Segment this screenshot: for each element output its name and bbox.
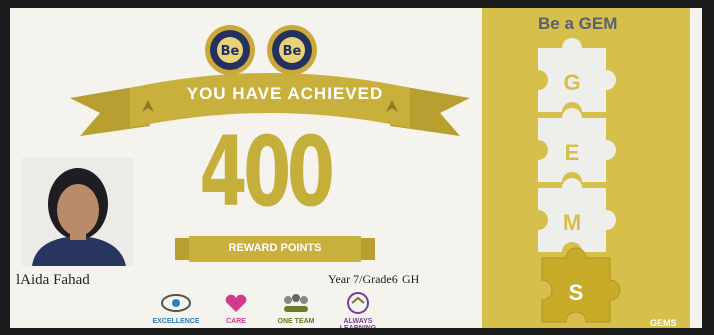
gems-side-panel: G E M S	[482, 8, 690, 328]
value-excellence: EXCELLENCE	[146, 290, 206, 325]
puzzle-piece-m: M	[538, 178, 616, 252]
puzzle-letter-m: M	[563, 210, 581, 235]
value-label: EXCELLENCE	[152, 318, 200, 325]
puzzle-letter-e: E	[565, 140, 580, 165]
puzzle-piece-s: S	[541, 247, 621, 323]
certificate-card: Be Be YOU HAVE ACHIEVED 400 REWARD POINT…	[10, 8, 702, 328]
value-label: CARE	[226, 318, 246, 325]
student-grade: Year 7/Grade6	[328, 272, 398, 286]
student-photo	[22, 158, 134, 266]
puzzle-letter-g: G	[563, 70, 580, 95]
svg-text:Be: Be	[283, 44, 302, 59]
eye-icon	[161, 294, 191, 312]
value-always-learning: ALWAYS LEARNING	[328, 290, 388, 328]
student-name: lAida Fahad	[16, 272, 90, 288]
svg-text:Be: Be	[221, 44, 240, 59]
learning-icon	[347, 292, 369, 314]
achievement-headline: YOU HAVE ACHIEVED	[186, 84, 384, 103]
heart-hands-icon	[225, 294, 247, 312]
reward-points-value: 400	[199, 116, 335, 228]
puzzle-piece-e: E	[538, 108, 616, 182]
puzzle-pieces-graphic: G E M S	[538, 38, 621, 323]
team-icon	[284, 294, 308, 312]
be-a-gem-logo: Be a GEM	[538, 14, 618, 33]
student-house: GH	[402, 272, 420, 286]
reward-points-label: REWARD POINTS	[228, 242, 322, 254]
student-avatar-icon	[22, 158, 134, 266]
value-care: CARE	[206, 290, 266, 325]
card-right-edge	[690, 8, 702, 328]
gems-footer-logo: GEMS	[650, 318, 677, 328]
puzzle-piece-g: G	[538, 38, 617, 112]
value-label: ONE TEAM	[277, 318, 315, 325]
value-label: ALWAYS LEARNING	[340, 318, 377, 328]
puzzle-letter-s: S	[569, 280, 584, 305]
value-one-team: ONE TEAM	[266, 290, 326, 325]
